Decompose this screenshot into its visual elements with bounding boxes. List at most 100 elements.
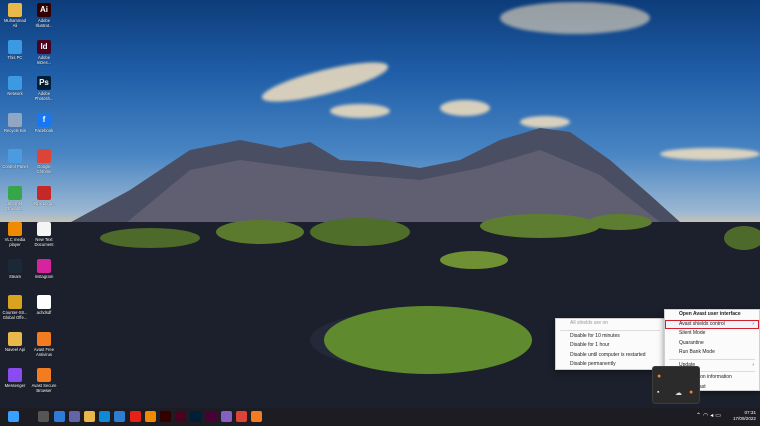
desktop-icon[interactable]: Recycle Bin [2,112,28,133]
menu-item-shields-control[interactable]: Avast shields control › [665,319,759,329]
illustrator-icon[interactable] [160,411,171,422]
csgo-icon [8,295,22,309]
shields-control-submenu: All shields are on Disable for 10 minute… [555,318,665,370]
menu-item-silent-mode[interactable]: Silent Mode [665,329,759,339]
desktop-icon[interactable]: Instagram [31,258,57,279]
desktop-icon-label: New Text Document [34,237,54,247]
edge-icon[interactable] [99,411,111,422]
menu-item-open-avast[interactable]: Open Avast user interface [665,310,759,320]
menu-item-disable-10-min[interactable]: Disable for 10 minutes [556,332,664,342]
desktop-icon[interactable]: VLC media player [2,222,28,247]
desktop-icon-label: achdsdf [36,310,52,315]
widgets-icon[interactable] [53,411,65,422]
menu-item-label: Avast shields control [679,320,725,327]
photoshop-icon[interactable] [190,411,202,422]
desktop-icon[interactable]: New Text Document [31,222,57,247]
desktop-icon[interactable]: Google Chrome [31,149,57,174]
desktop-icon[interactable]: Control Panel [2,149,28,169]
desktop-icon[interactable]: Ps Adobe Photosh... [31,76,57,101]
desktop-icon-label: Internet Downlo... [6,200,24,211]
desktop-icon-label: Adobe Photosh... [34,91,54,101]
teams-chat-icon[interactable] [68,411,80,422]
avast-tray-icon[interactable]: ● [657,373,661,380]
desktop-icon-label: Steam [8,273,22,279]
chevron-right-icon: › [752,361,754,368]
avast-orange-icon[interactable]: ● [689,389,693,396]
avast-icon [37,331,51,346]
menu-item-bank-mode[interactable]: Run Bank Mode [665,348,759,358]
desktop-icon-label: Control Panel [2,164,28,169]
desktop-icon[interactable]: Ai Adobe Illustrat... [31,3,57,28]
desktop-icon[interactable]: achdsdf [31,295,57,315]
desktop-icon-label: Adobe InDes... [36,54,52,65]
desktop-icon[interactable]: Internet Downlo... [2,185,28,211]
desktop-icon[interactable]: Naveel Api [2,331,28,352]
menu-separator [669,358,755,360]
desktop-icon-label: Adobe Illustrat... [35,18,53,28]
usb-icon[interactable]: ▪ [657,389,659,396]
desktop-icon[interactable]: Counter-Str... Global Offe... [2,295,28,320]
desktop-icon-label: Instagram [34,273,54,279]
desktop-icon-label: Recycle Bin [3,127,27,133]
desktop-icon-label: Network [7,91,23,96]
instagram-icon [37,258,51,273]
windows-start-icon[interactable] [8,411,19,422]
taskbar: ⌃◠◂▭ 07:31 17/09/2022 [0,408,760,426]
folder-icon [8,331,22,346]
desktop-icon[interactable]: Muhammad Ali [2,3,28,28]
search-icon[interactable] [23,411,35,422]
menu-item-disable-1-hour[interactable]: Disable for 1 hour [556,341,664,351]
system-tray-icons[interactable]: ⌃◠◂▭ [696,412,723,419]
desktop-icon[interactable]: Id Adobe InDes... [31,39,57,65]
file-explorer-icon[interactable] [84,411,95,422]
desktop-icon[interactable]: This PC [2,39,28,60]
avast-browser-icon[interactable] [251,411,263,422]
facebook-icon: f [37,112,51,127]
desktop-icon-label: Avast Free Antivirus [33,346,55,357]
chevron-up-icon[interactable]: ⌃ [696,413,703,419]
desktop-icon-label: This PC [7,54,23,60]
xd-icon[interactable] [205,411,217,422]
menu-item-disable-permanently[interactable]: Disable permanently [556,360,664,370]
desktop-icon[interactable]: Steam [2,258,28,279]
menu-item-quarantine[interactable]: Quarantine [665,339,759,349]
clock-date: 17/09/2022 [733,416,756,421]
taskbar-clock[interactable]: 07:31 17/09/2022 [733,410,756,422]
internet-download-manager-icon [8,185,22,200]
desktop-icon-label: Avast Secure Browser [31,383,57,393]
desktop-icon-label: Google Chrome [36,164,52,174]
onedrive-icon[interactable]: ☁ [675,389,682,397]
illustrator-icon: Ai [37,3,51,17]
vlc-icon[interactable] [144,411,156,422]
recycle-bin-icon [8,112,22,127]
steam-icon [8,258,22,273]
desktop-icon[interactable]: Avast Free Antivirus [31,331,57,357]
desktop-icon[interactable]: Aspx Logo... [31,185,57,206]
battery-icon[interactable]: ▭ [715,413,723,419]
indesign-icon[interactable] [175,411,187,422]
task-view-icon[interactable] [38,411,50,422]
desktop-icon-label: Muhammad Ali [3,18,27,28]
desktop-icon[interactable]: Avast Secure Browser [31,368,57,393]
avast-browser-icon [37,368,51,382]
messenger-icon [8,368,22,382]
network-icon [8,76,22,90]
store-icon[interactable] [114,411,126,422]
text-document-icon [37,222,51,236]
chrome-icon[interactable] [236,411,247,422]
aspx-icon [37,185,51,200]
desktop-icon-label: VLC media player [4,237,26,247]
computer-icon [8,39,22,54]
menu-item-all-shields-on: All shields are on [570,320,609,326]
desktop-icon[interactable]: Messenger [2,368,28,388]
visual-studio-icon[interactable] [220,411,232,422]
youtube-icon[interactable] [129,411,141,422]
blank-file-icon [37,295,51,309]
menu-item-disable-until-restart[interactable]: Disable until computer is restarted [556,351,664,361]
photoshop-icon: Ps [37,76,51,90]
desktop-icon-label: Facebook [34,127,54,133]
desktop-icon[interactable]: Network [2,76,28,96]
desktop-icon[interactable]: f Facebook [31,112,57,133]
chevron-right-icon: › [752,320,754,327]
folder-icon [8,3,22,17]
